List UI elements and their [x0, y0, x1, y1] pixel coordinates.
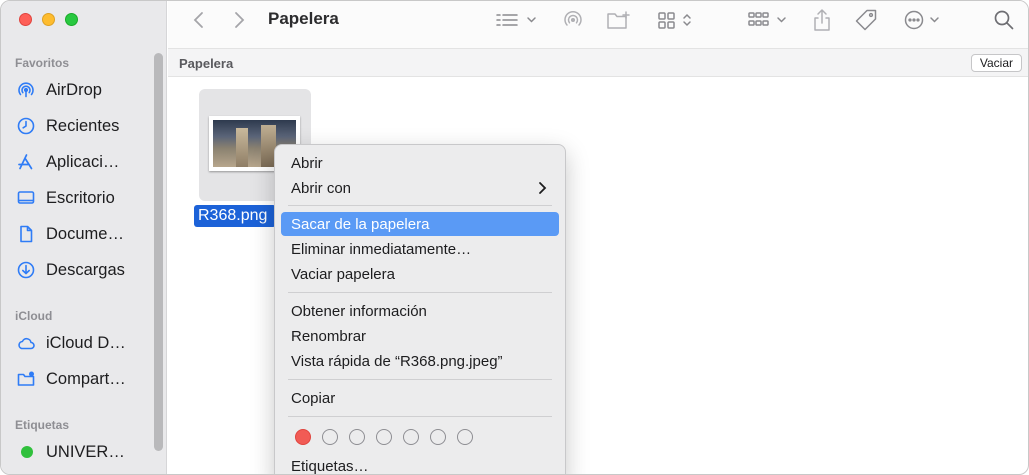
toolbar: Papelera — [168, 1, 1028, 49]
tag-blue-button[interactable] — [403, 429, 419, 445]
sidebar-item-downloads[interactable]: Descargas — [15, 255, 153, 285]
path-label: Papelera — [179, 56, 234, 71]
list-icon — [496, 14, 536, 26]
share-icon — [814, 9, 830, 31]
minimize-window-button[interactable] — [42, 13, 55, 26]
tag-orange-button[interactable] — [322, 429, 338, 445]
menu-separator — [288, 379, 552, 380]
menu-item-get-info[interactable]: Obtener información — [281, 299, 559, 323]
sidebar-scrollbar[interactable] — [154, 53, 163, 451]
sidebar-item-applications[interactable]: Aplicaci… — [15, 147, 153, 177]
sidebar-section-favorites: Favoritos — [15, 56, 70, 70]
forward-button[interactable] — [232, 9, 246, 31]
menu-item-copy[interactable]: Copiar — [281, 386, 559, 410]
sidebar-item-documents[interactable]: Docume… — [15, 219, 153, 249]
file-name-label[interactable]: R368.png — [194, 205, 276, 227]
tag-gray-button[interactable] — [457, 429, 473, 445]
sidebar: Favoritos AirDrop Recientes Aplicaci… Es… — [1, 1, 167, 474]
chevron-right-icon — [235, 12, 245, 28]
chevron-left-icon — [193, 12, 203, 28]
menu-item-put-back[interactable]: Sacar de la papelera — [281, 212, 559, 236]
more-actions-button[interactable] — [903, 9, 943, 31]
path-bar: Papelera Vaciar — [168, 49, 1028, 77]
airdrop-icon — [15, 79, 37, 101]
sidebar-item-label: Compart… — [46, 369, 126, 388]
new-folder-icon — [607, 11, 630, 29]
sidebar-item-label: Escritorio — [46, 188, 115, 207]
tag-color-picker — [295, 429, 484, 445]
sidebar-item-recents[interactable]: Recientes — [15, 111, 153, 141]
list-options-button[interactable] — [495, 9, 541, 31]
menu-item-open[interactable]: Abrir — [281, 151, 559, 175]
sidebar-item-tag-univer[interactable]: UNIVER… — [15, 437, 153, 467]
sidebar-item-label: Descargas — [46, 260, 125, 279]
empty-trash-button[interactable]: Vaciar — [970, 54, 1022, 72]
chevron-right-icon — [539, 182, 547, 194]
green-tag-icon — [21, 446, 33, 458]
sidebar-item-label: Aplicaci… — [46, 152, 120, 171]
tag-button[interactable] — [854, 9, 878, 31]
sidebar-item-airdrop[interactable]: AirDrop — [15, 75, 153, 105]
sidebar-item-icloud-drive[interactable]: iCloud D… — [15, 328, 153, 358]
window-title: Papelera — [268, 9, 339, 28]
finder-window: Favoritos AirDrop Recientes Aplicaci… Es… — [0, 0, 1029, 475]
menu-item-quick-look[interactable]: Vista rápida de “R368.png.jpeg” — [281, 349, 559, 373]
sidebar-section-tags: Etiquetas — [15, 418, 70, 432]
menu-item-delete-immediately[interactable]: Eliminar inmediatamente… — [281, 237, 559, 261]
sidebar-item-shared[interactable]: Compart… — [15, 364, 153, 394]
ellipsis-circle-icon — [904, 10, 939, 30]
tag-yellow-button[interactable] — [349, 429, 365, 445]
sidebar-section-icloud: iCloud — [15, 309, 53, 323]
menu-separator — [288, 205, 552, 206]
context-menu: Abrir Abrir con Sacar de la papelera Eli… — [274, 144, 566, 475]
menu-separator — [288, 416, 552, 417]
close-window-button[interactable] — [19, 13, 32, 26]
view-options-button[interactable] — [657, 9, 697, 31]
zoom-window-button[interactable] — [65, 13, 78, 26]
tag-icon — [855, 9, 877, 31]
sidebar-item-label: Docume… — [46, 224, 124, 243]
menu-item-label: Abrir con — [291, 179, 352, 197]
sidebar-item-desktop[interactable]: Escritorio — [15, 183, 153, 213]
new-folder-button[interactable] — [606, 9, 634, 31]
menu-item-open-with[interactable]: Abrir con — [281, 176, 559, 200]
search-icon — [994, 10, 1014, 30]
sidebar-item-label: AirDrop — [46, 80, 102, 99]
airdrop-toolbar-button[interactable] — [562, 9, 584, 31]
shared-folder-icon — [15, 368, 37, 390]
back-button[interactable] — [192, 9, 206, 31]
menu-separator — [288, 292, 552, 293]
clock-icon — [15, 115, 37, 137]
menu-item-tags[interactable]: Etiquetas… — [281, 454, 559, 475]
tag-purple-button[interactable] — [430, 429, 446, 445]
sidebar-item-label: Recientes — [46, 116, 120, 135]
document-icon — [15, 223, 37, 245]
grid-icon — [658, 12, 691, 29]
group-button[interactable] — [747, 9, 791, 31]
menu-item-rename[interactable]: Renombrar — [281, 324, 559, 348]
sidebar-item-label: UNIVER… — [46, 442, 125, 461]
desktop-icon — [15, 187, 37, 209]
cloud-icon — [15, 332, 37, 354]
share-button[interactable] — [812, 9, 832, 31]
applications-icon — [15, 151, 37, 173]
download-icon — [15, 259, 37, 281]
sidebar-item-label: iCloud D… — [46, 333, 126, 352]
menu-item-empty-trash[interactable]: Vaciar papelera — [281, 262, 559, 286]
search-button[interactable] — [993, 9, 1015, 31]
tag-green-button[interactable] — [376, 429, 392, 445]
tag-red-button[interactable] — [295, 429, 311, 445]
airdrop-icon — [564, 10, 582, 26]
group-icon — [748, 12, 786, 26]
